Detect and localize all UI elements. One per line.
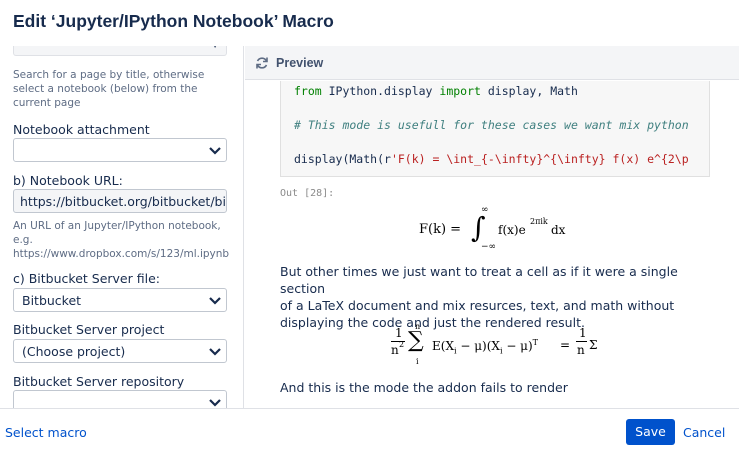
chevron-down-icon (209, 147, 221, 155)
server-file-select[interactable]: Bitbucket (13, 288, 227, 312)
input-value: https://bitbucket.org/bitbucket/bitbucke… (20, 194, 226, 209)
preview-header: Preview (245, 46, 739, 80)
math-text: Σ (589, 338, 598, 352)
paragraph-line: of a LaTeX document and mix resurces, te… (280, 298, 675, 313)
code-keyword: import (439, 84, 481, 98)
select-macro-link[interactable]: Select macro (5, 425, 87, 440)
math-expression: E(Xi − μ)(Xi − μ)T (432, 338, 538, 355)
dialog-footer: Select macro Save Cancel (0, 408, 739, 450)
math-text: ∞ (481, 205, 489, 215)
code-text: IPython.display (321, 84, 440, 98)
help-line: https://www.dropbox.com/s/123/ml.ipynb (13, 248, 230, 260)
math-text: dx (551, 223, 566, 237)
explanation-paragraph: But other times we just want to treat a … (280, 263, 710, 331)
url-help-text: An URL of an Jupyter/IPython notebook, e… (13, 219, 229, 261)
fraction-bar (576, 341, 587, 342)
notebook-url-input[interactable]: https://bitbucket.org/bitbucket/bitbucke… (13, 189, 227, 213)
cancel-button[interactable]: Cancel (683, 425, 725, 440)
out-prompt: Out [28]: (280, 188, 335, 199)
math-sum: ∑ (408, 328, 424, 353)
chevron-down-icon: ▼ (210, 46, 220, 51)
select-value: Bitbucket (22, 293, 82, 308)
macro-parameters-panel[interactable]: ▼ Search for a page by title, otherwise … (0, 46, 244, 408)
help-line: Search for a page by title, otherwise (13, 69, 205, 81)
closing-line: And this is the mode the addon fails to … (280, 380, 568, 395)
math-text: F(k) = (419, 222, 462, 237)
server-file-label: c) Bitbucket Server file: (13, 271, 160, 286)
paragraph-line: displaying the code and just the rendere… (280, 315, 585, 330)
server-project-select[interactable]: (Choose project) (13, 339, 227, 363)
preview-title: Preview (276, 56, 324, 70)
dialog-header: Edit ‘Jupyter/IPython Notebook’ Macro (0, 0, 739, 44)
preview-body[interactable]: from IPython.display import display, Mat… (245, 81, 739, 408)
math-integral: ∫ (471, 211, 486, 244)
server-repo-label: Bitbucket Server repository (13, 374, 185, 389)
page-select[interactable]: ▼ (13, 46, 227, 56)
math-text: 2 (399, 340, 405, 349)
help-line: current page (13, 97, 81, 109)
code-cell: from IPython.display import display, Mat… (280, 81, 710, 177)
code-text: display(Math(r (294, 152, 391, 166)
code-line: from IPython.display import display, Mat… (294, 84, 578, 98)
save-button[interactable]: Save (626, 419, 675, 445)
chevron-down-icon (209, 348, 221, 356)
help-line: e.g. (13, 234, 33, 246)
math-text: T (532, 338, 539, 347)
code-string: 'F(k) = \int_{-\infty}^{\infty} f(x) e^{… (390, 152, 689, 166)
server-repo-select[interactable] (13, 390, 227, 408)
math-text: 1 (579, 326, 587, 340)
math-text: i (416, 357, 419, 366)
server-project-label: Bitbucket Server project (13, 322, 165, 337)
dialog-title: Edit ‘Jupyter/IPython Notebook’ Macro (13, 11, 334, 31)
paragraph-line: But other times we just want to treat a … (280, 264, 678, 296)
code-line: display(Math(r'F(k) = \int_{-\infty}^{\i… (294, 152, 689, 166)
math-text: n (577, 343, 585, 357)
refresh-icon[interactable] (255, 56, 269, 70)
chevron-down-icon (209, 399, 221, 407)
select-value: (Choose project) (22, 344, 126, 359)
notebook-attachment-select[interactable] (13, 138, 227, 162)
math-text: f(x)e (498, 223, 526, 237)
math-text: −∞ (481, 242, 497, 252)
help-line: An URL of an Jupyter/IPython notebook, (13, 220, 221, 232)
code-comment: # This mode is usefull for these cases w… (294, 118, 689, 132)
math-text: 1 (395, 326, 403, 340)
chevron-down-icon (209, 297, 221, 305)
code-text: display, Math (480, 84, 578, 98)
math-text: 2πik (530, 217, 548, 226)
math-text: E(X (432, 339, 454, 353)
code-keyword: from (294, 84, 322, 98)
math-text: = (560, 338, 571, 352)
help-line: select a notebook (below) from the (13, 83, 198, 95)
math-text: − μ) (502, 339, 533, 353)
math-text: n (391, 343, 399, 357)
math-text: − μ)(X (456, 339, 500, 353)
notebook-url-label: b) Notebook URL: (13, 173, 123, 188)
page-help-text: Search for a page by title, otherwise se… (13, 68, 204, 110)
notebook-attachment-label: Notebook attachment (13, 122, 150, 137)
